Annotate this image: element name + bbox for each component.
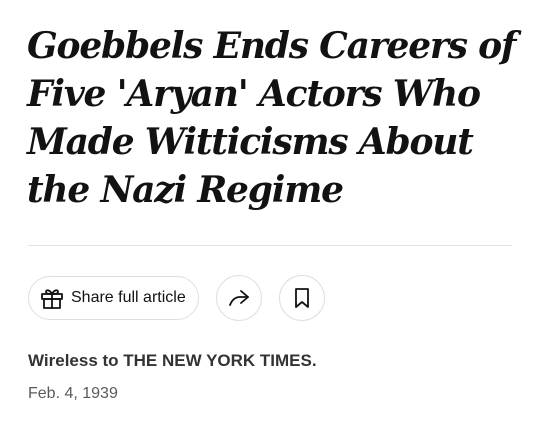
article-byline: Wireless to THE NEW YORK TIMES. — [28, 351, 317, 370]
gift-icon — [39, 285, 65, 311]
share-full-article-button[interactable]: Share full article — [28, 276, 199, 320]
share-full-article-label: Share full article — [71, 289, 186, 306]
share-toolbar: Share full article — [28, 275, 325, 321]
save-article-button[interactable] — [278, 275, 325, 321]
headline-divider — [28, 245, 512, 246]
article-date: Feb. 4, 1939 — [28, 385, 118, 402]
share-button[interactable] — [215, 275, 262, 321]
bookmark-icon — [291, 286, 313, 310]
share-arrow-icon — [227, 286, 251, 310]
article-headline: Goebbels Ends Careers of Five 'Aryan' Ac… — [27, 25, 516, 211]
